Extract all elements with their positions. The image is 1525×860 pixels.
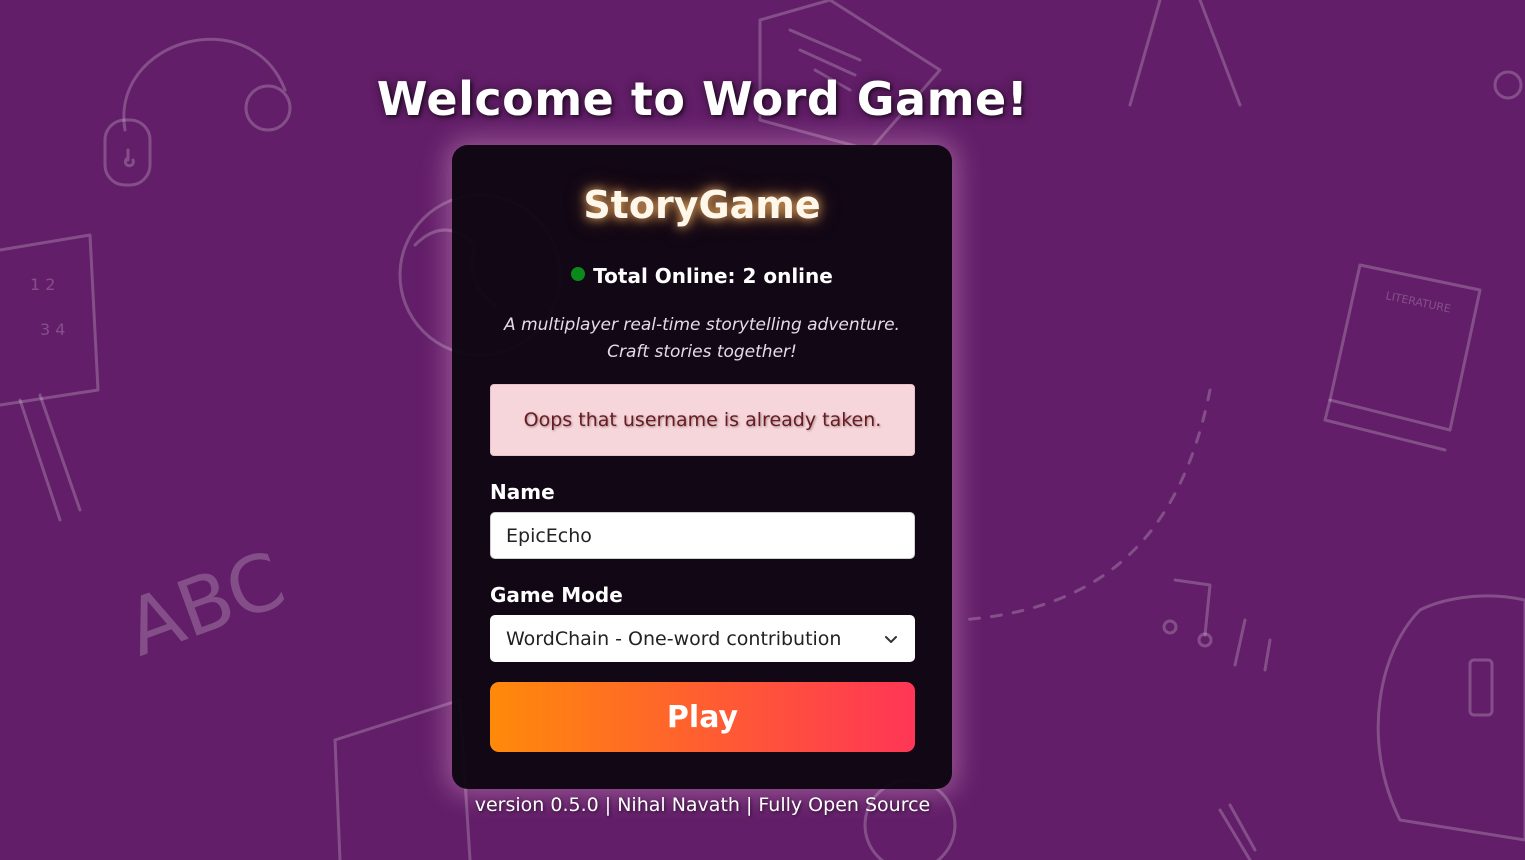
svg-text:LITERATURE: LITERATURE xyxy=(1384,289,1452,316)
online-status: Total Online: 2 online xyxy=(452,264,952,288)
error-message: Oops that username is already taken. xyxy=(523,409,882,431)
tagline-line-1: A multiplayer real-time storytelling adv… xyxy=(504,315,900,335)
tagline-line-2: Craft stories together! xyxy=(607,342,797,362)
play-button[interactable]: Play xyxy=(490,682,915,752)
chevron-down-icon xyxy=(885,635,897,643)
chalkboard-doodle: 1 2 3 4 xyxy=(0,233,100,522)
name-label: Name xyxy=(490,480,555,504)
svg-text:ABC: ABC xyxy=(115,535,296,674)
game-mode-select[interactable]: WordChain - One-word contribution xyxy=(490,615,915,662)
game-mode-value: WordChain - One-word contribution xyxy=(506,627,842,650)
svg-text:1 2: 1 2 xyxy=(30,275,55,294)
error-alert: Oops that username is already taken. xyxy=(490,384,915,456)
brand-title: StoryGame xyxy=(583,183,821,227)
tagline: A multiplayer real-time storytelling adv… xyxy=(452,312,952,366)
game-mode-label: Game Mode xyxy=(490,583,623,607)
name-input[interactable] xyxy=(490,512,915,559)
welcome-title: Welcome to Word Game! xyxy=(376,72,1029,126)
music-notes-doodle xyxy=(1162,578,1272,672)
svg-text:3 4: 3 4 xyxy=(40,320,65,339)
footer-info: version 0.5.0 | Nihal Navath | Fully Ope… xyxy=(474,794,931,816)
online-count-text: Total Online: 2 online xyxy=(593,264,833,288)
laptop-doodle xyxy=(333,698,472,860)
online-dot-icon xyxy=(571,267,586,281)
literature-book-doodle: LITERATURE xyxy=(1323,263,1482,452)
